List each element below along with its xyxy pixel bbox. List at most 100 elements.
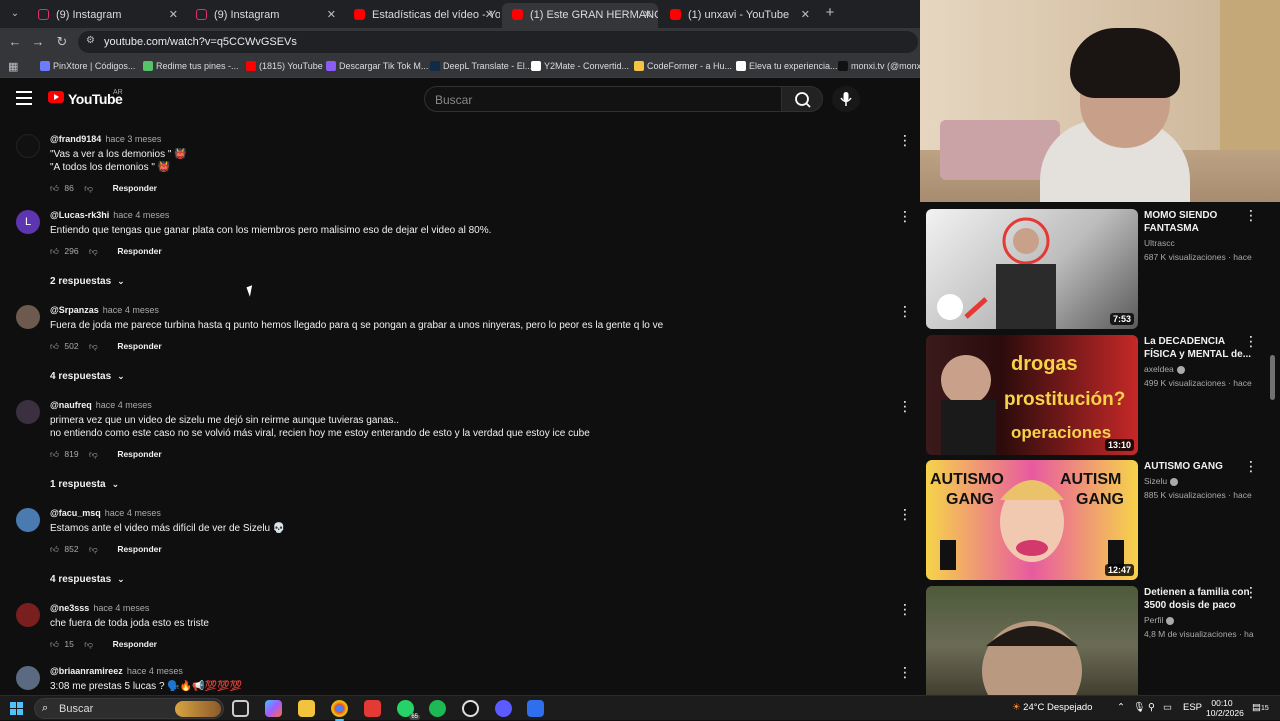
like-icon[interactable]: 👍︎	[50, 183, 62, 194]
comment-author[interactable]: @frand9184	[50, 134, 101, 144]
search-button[interactable]	[781, 86, 823, 112]
more-options-icon[interactable]: ⋮	[1244, 585, 1258, 599]
usb-icon[interactable]: ⚲	[1148, 702, 1155, 713]
view-replies-button[interactable]: 1 respuesta ⌄	[50, 479, 119, 490]
taskbar-search-input[interactable]: ⌕ Buscar	[34, 698, 224, 719]
notification-center-icon[interactable]: ▤15	[1252, 702, 1269, 713]
comment-author[interactable]: @facu_msq	[50, 508, 101, 518]
video-title[interactable]: Detienen a familia con 3500 dosis de pac…	[1144, 586, 1254, 612]
comment-author[interactable]: @Srpanzas	[50, 305, 99, 315]
video-thumbnail[interactable]: drogas prostitución? operaciones 13:10	[926, 335, 1138, 455]
whatsapp-icon[interactable]: 65	[397, 700, 420, 720]
windows-start-icon[interactable]	[10, 702, 23, 715]
recommended-video[interactable]: AUTISMO AUTISM GANG GANG 12:47 AUTISMO G…	[926, 459, 1276, 580]
more-options-icon[interactable]: ⋮	[898, 304, 912, 318]
chevron-up-icon[interactable]: ⌃	[1117, 702, 1125, 713]
dislike-icon[interactable]: 👎︎	[89, 246, 101, 257]
language-indicator[interactable]: ESP	[1183, 702, 1202, 713]
reply-button[interactable]: Responder	[117, 246, 161, 256]
more-options-icon[interactable]: ⋮	[1244, 459, 1258, 473]
view-replies-button[interactable]: 4 respuestas ⌄	[50, 574, 125, 585]
bookmark-item[interactable]: CodeFormer - a Hu...	[634, 61, 732, 71]
bookmark-item[interactable]: Y2Mate - Convertid...	[531, 61, 629, 71]
dislike-icon[interactable]: 👎︎	[89, 449, 101, 460]
comment-time[interactable]: hace 4 meses	[96, 400, 152, 410]
reply-button[interactable]: Responder	[113, 183, 157, 193]
reply-button[interactable]: Responder	[117, 341, 161, 351]
reload-icon[interactable]: ↻	[53, 33, 71, 51]
like-icon[interactable]: 👍︎	[50, 639, 62, 650]
weather-widget[interactable]: ☀ 24°C Despejado	[1012, 702, 1092, 713]
obs-icon[interactable]	[462, 700, 479, 717]
comment-time[interactable]: hace 4 meses	[105, 508, 161, 518]
comment-author[interactable]: @ne3sss	[50, 603, 89, 613]
view-replies-button[interactable]: 4 respuestas ⌄	[50, 371, 125, 382]
close-tab-icon[interactable]: ✕	[327, 8, 336, 21]
youtube-logo-icon[interactable]	[48, 91, 64, 103]
like-icon[interactable]: 👍︎	[50, 341, 62, 352]
avatar[interactable]	[16, 666, 40, 690]
channel-name[interactable]: axeldea	[1144, 364, 1185, 374]
video-thumbnail[interactable]: 7:53	[926, 209, 1138, 329]
more-options-icon[interactable]: ⋮	[898, 665, 912, 679]
comment-time[interactable]: hace 4 meses	[93, 603, 149, 613]
more-options-icon[interactable]: ⋮	[1244, 334, 1258, 348]
discord-like-app-icon[interactable]	[495, 700, 512, 717]
voice-search-button[interactable]	[832, 86, 860, 112]
page-scrollbar[interactable]	[1270, 355, 1275, 400]
tab-instagram-1[interactable]: (9) Instagram ✕	[28, 3, 184, 28]
file-explorer-icon[interactable]	[298, 700, 315, 717]
comment-author[interactable]: @naufreq	[50, 400, 92, 410]
video-title[interactable]: La DECADENCIA FÍSICA y MENTAL de...	[1144, 335, 1254, 361]
bookmark-item[interactable]: PinXtore | Códigos...	[40, 61, 135, 71]
address-bar[interactable]: ⚙ youtube.com/watch?v=q5CCWvGSEVs	[78, 31, 918, 53]
microphone-icon[interactable]: 🎙︎	[1133, 702, 1145, 713]
comment-time[interactable]: hace 4 meses	[103, 305, 159, 315]
tab-current-video[interactable]: (1) Este GRAN HERMANO CLAN ✕	[502, 3, 658, 28]
avatar[interactable]	[16, 400, 40, 424]
reply-button[interactable]: Responder	[113, 639, 157, 649]
reply-button[interactable]: Responder	[117, 449, 161, 459]
video-thumbnail[interactable]	[926, 586, 1138, 695]
recommended-video[interactable]: drogas prostitución? operaciones 13:10 L…	[926, 334, 1276, 455]
channel-name[interactable]: Ultrascc	[1144, 238, 1175, 248]
copilot-icon[interactable]	[265, 700, 282, 717]
avatar[interactable]	[16, 134, 40, 158]
snipping-tool-icon[interactable]	[527, 700, 544, 717]
avatar[interactable]: L	[16, 210, 40, 234]
recommended-video[interactable]: 7:53 MOMO SIENDO FANTASMA Ultrascc 687 K…	[926, 209, 1276, 329]
more-options-icon[interactable]: ⋮	[898, 133, 912, 147]
back-icon[interactable]: ←	[6, 33, 24, 51]
close-tab-icon[interactable]: ✕	[801, 8, 810, 21]
task-view-icon[interactable]	[232, 700, 249, 717]
video-title[interactable]: AUTISMO GANG	[1144, 460, 1254, 473]
site-info-icon[interactable]: ⚙	[86, 35, 95, 46]
close-tab-icon[interactable]: ✕	[485, 8, 494, 21]
tab-search-icon[interactable]: ⌄	[6, 5, 24, 23]
comment-author[interactable]: @Lucas-rk3hi	[50, 210, 109, 220]
pdf-reader-icon[interactable]	[364, 700, 381, 717]
comment-author[interactable]: @briaanramireez	[50, 666, 123, 676]
like-icon[interactable]: 👍︎	[50, 246, 62, 257]
close-tab-icon[interactable]: ✕	[169, 8, 178, 21]
dislike-icon[interactable]: 👎︎	[84, 639, 96, 650]
reply-button[interactable]: Responder	[117, 544, 161, 554]
comment-time[interactable]: hace 4 meses	[127, 666, 183, 676]
channel-name[interactable]: Perfil	[1144, 615, 1175, 625]
tab-instagram-2[interactable]: (9) Instagram ✕	[186, 3, 342, 28]
avatar[interactable]	[16, 305, 40, 329]
like-icon[interactable]: 👍︎	[50, 544, 62, 555]
more-options-icon[interactable]: ⋮	[898, 399, 912, 413]
more-options-icon[interactable]: ⋮	[898, 209, 912, 223]
avatar[interactable]	[16, 508, 40, 532]
system-clock[interactable]: 00:10 10/2/2026	[1206, 698, 1244, 718]
comment-time[interactable]: hace 4 meses	[113, 210, 169, 220]
close-tab-icon[interactable]: ✕	[643, 8, 652, 21]
more-options-icon[interactable]: ⋮	[1244, 209, 1258, 222]
comment-time[interactable]: hace 3 meses	[105, 134, 161, 144]
view-replies-button[interactable]: 2 respuestas ⌄	[50, 276, 125, 287]
avatar[interactable]	[16, 603, 40, 627]
search-input[interactable]: Buscar	[424, 86, 782, 112]
new-tab-icon[interactable]: +	[822, 5, 838, 21]
tab-unxavi[interactable]: (1) unxavi - YouTube ✕	[660, 3, 816, 28]
